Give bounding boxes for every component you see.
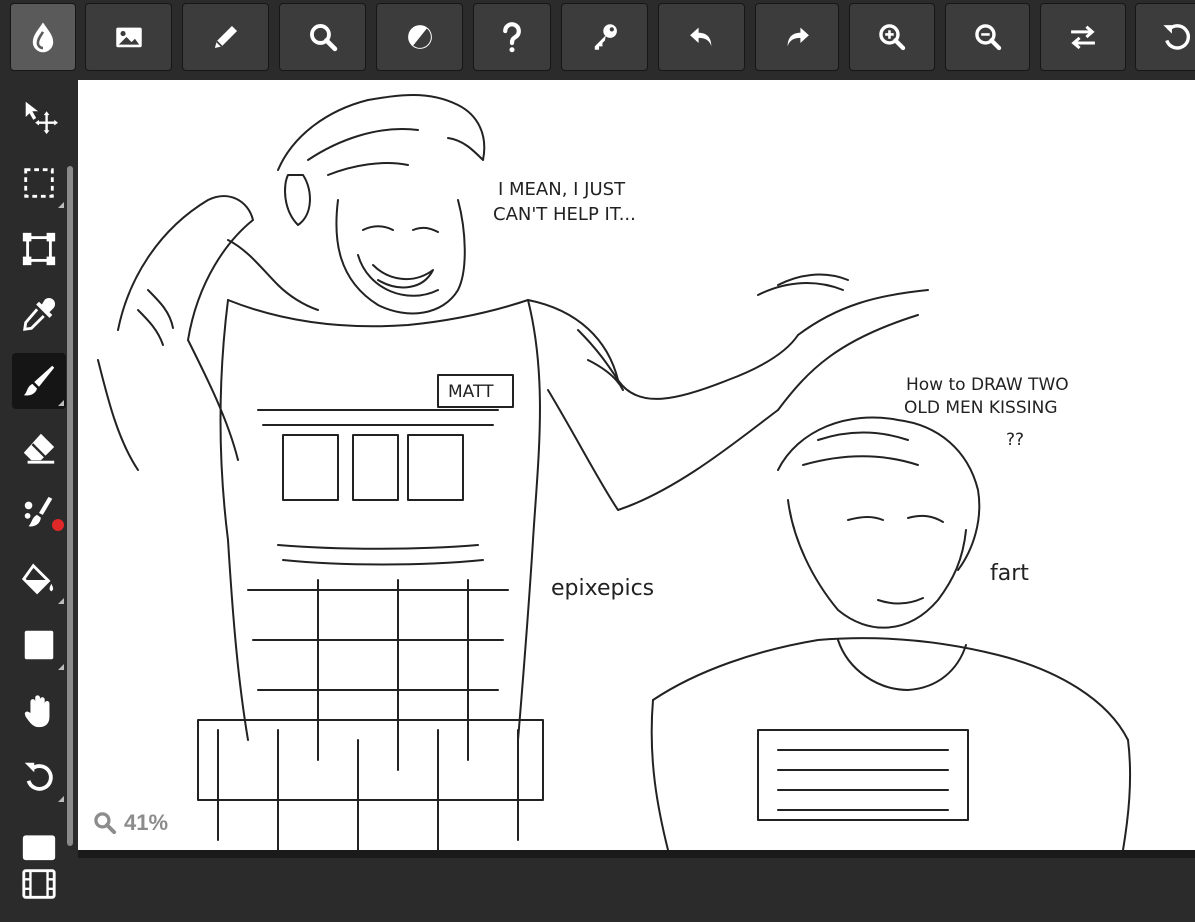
fill-icon: [21, 563, 54, 595]
sketch-artwork: I MEAN, I JUST CAN'T HELP IT... MATT How…: [97, 94, 1132, 850]
canvas-bottom-edge: [78, 850, 1195, 858]
zoom-in-icon: [879, 24, 906, 51]
hand-icon: [24, 695, 50, 728]
submenu-indicator: [58, 796, 64, 802]
submenu-indicator: [58, 664, 64, 670]
transform-tool[interactable]: [12, 221, 66, 277]
image-icon: [115, 27, 142, 48]
rotate-icon: [1163, 24, 1190, 50]
zoom-in-button[interactable]: [849, 3, 935, 71]
eraser-tool[interactable]: [12, 419, 66, 475]
brush-icon: [23, 365, 55, 396]
zoom-indicator: 41%: [92, 810, 168, 836]
search-button[interactable]: [279, 3, 366, 71]
magnifier-icon: [94, 812, 117, 835]
speech-line-2: CAN'T HELP IT...: [493, 204, 636, 225]
submenu-indicator: [58, 598, 64, 604]
app-menu-button[interactable]: [10, 3, 76, 71]
frames-button[interactable]: [12, 856, 66, 912]
eraser-icon: [23, 433, 55, 464]
key-button[interactable]: [561, 3, 648, 71]
redo-button[interactable]: [755, 3, 839, 71]
contrast-button[interactable]: [376, 3, 463, 71]
signature-text: epixepics: [551, 576, 654, 601]
rotate-view-icon: [24, 762, 53, 791]
select-icon: [24, 168, 54, 198]
pencil-icon: [214, 25, 237, 49]
edit-button[interactable]: [182, 3, 269, 71]
submenu-indicator: [58, 400, 64, 406]
eyedropper-icon: [23, 298, 56, 331]
brush-tool[interactable]: [12, 353, 66, 409]
fill-tool[interactable]: [12, 551, 66, 607]
image-button[interactable]: [85, 3, 172, 71]
redo-icon: [787, 27, 809, 47]
help-button[interactable]: [473, 3, 551, 71]
hand-tool[interactable]: [12, 683, 66, 739]
shape-icon: [24, 630, 54, 660]
eyedropper-tool[interactable]: [12, 287, 66, 343]
help-icon: [503, 22, 521, 53]
submenu-indicator: [58, 202, 64, 208]
speech-line-1: I MEAN, I JUST: [498, 179, 626, 200]
note-line-2: OLD MEN KISSING: [904, 398, 1058, 418]
fart-text: fart: [990, 561, 1029, 586]
undo-icon: [689, 27, 711, 47]
move-tool[interactable]: [12, 89, 66, 145]
tool-sidebar: [0, 80, 78, 922]
zoom-out-icon: [974, 24, 1001, 51]
active-color-badge: [52, 519, 64, 531]
rotate-button[interactable]: [1135, 3, 1195, 71]
undo-button[interactable]: [658, 3, 745, 71]
note-line-1: How to DRAW TWO: [906, 375, 1069, 395]
select-tool[interactable]: [12, 155, 66, 211]
toolbar-scrollbar[interactable]: [67, 166, 73, 846]
search-icon: [309, 24, 337, 52]
top-toolbar: [0, 0, 1195, 80]
contrast-icon: [407, 25, 432, 49]
filmstrip-icon: [22, 869, 56, 899]
drawing-canvas[interactable]: I MEAN, I JUST CAN'T HELP IT... MATT How…: [78, 80, 1195, 850]
swap-button[interactable]: [1040, 3, 1126, 71]
name-tag-text: MATT: [448, 382, 494, 402]
key-icon: [594, 24, 617, 50]
zoom-out-button[interactable]: [945, 3, 1030, 71]
swap-icon: [1071, 25, 1095, 50]
note-line-3: ??: [1006, 430, 1024, 450]
move-icon: [25, 101, 58, 135]
shape-tool[interactable]: [12, 617, 66, 673]
zoom-level: 41%: [124, 810, 169, 835]
smudge-tool[interactable]: [12, 485, 66, 541]
app-drop-icon: [32, 22, 54, 53]
rotate-view-tool[interactable]: [12, 749, 66, 805]
transform-icon: [22, 232, 56, 266]
